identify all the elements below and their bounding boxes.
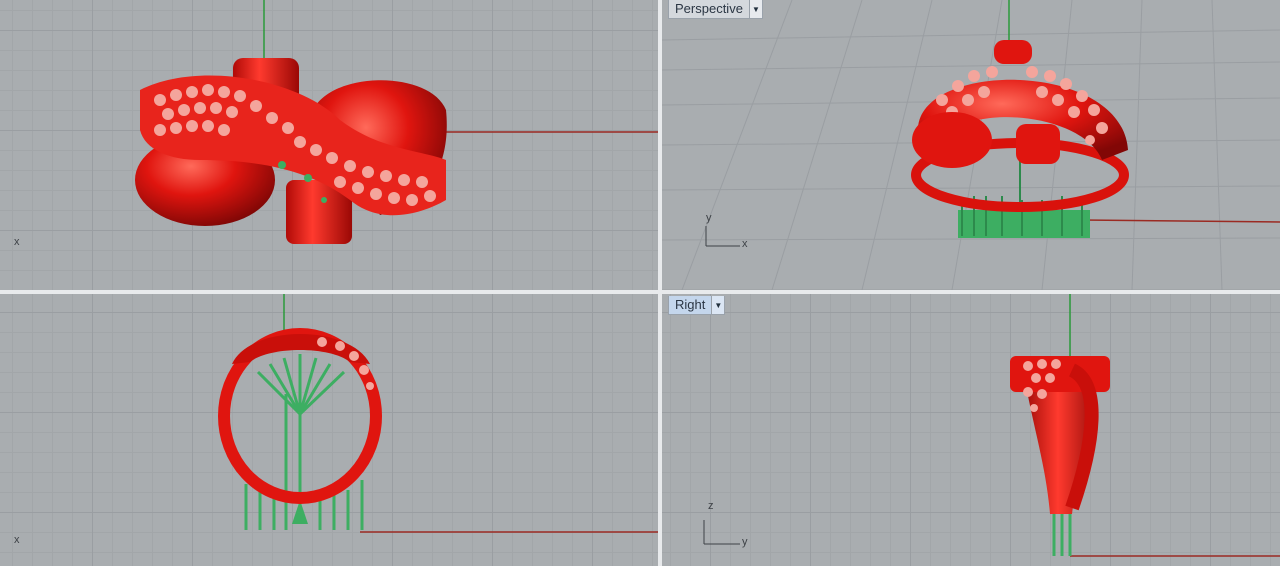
chevron-down-icon[interactable]: ▼ — [711, 296, 725, 314]
top-view-canvas — [135, 0, 658, 244]
axis-x-label: x — [14, 534, 20, 546]
axis-y-label: y — [742, 536, 748, 548]
perspective-view-canvas — [662, 0, 1280, 290]
axis-y-label: y — [706, 212, 712, 224]
world-x-axis — [1081, 219, 1280, 223]
axis-gizmo — [705, 226, 740, 247]
viewport-title-tab[interactable]: Right ▼ — [668, 296, 726, 315]
axis-x-label: x — [742, 238, 748, 250]
ring-top-cylinder — [994, 40, 1032, 64]
viewport-title: Right — [675, 297, 706, 312]
viewport-right[interactable]: Right ▼ z y — [662, 294, 1280, 566]
viewport-title: Perspective — [675, 1, 743, 16]
ring-inner-cylinder — [1016, 124, 1060, 164]
ring-lobe-front — [912, 112, 992, 168]
axis-gizmo — [703, 520, 740, 545]
viewport-title-tab[interactable]: Perspective ▼ — [668, 0, 763, 19]
viewport-perspective[interactable]: Perspective ▼ y x — [662, 0, 1280, 290]
viewport-top[interactable]: x — [0, 0, 658, 290]
viewport-divider-vertical[interactable] — [658, 0, 662, 566]
front-view-canvas — [218, 294, 658, 533]
support-pillars — [1052, 508, 1072, 556]
axis-z-label: z — [708, 500, 714, 512]
right-view-canvas — [703, 294, 1280, 557]
viewport-front[interactable]: x — [0, 294, 658, 566]
support-base — [958, 210, 1090, 238]
viewport-divider-horizontal[interactable] — [0, 290, 1280, 294]
chevron-down-icon[interactable]: ▼ — [748, 0, 762, 18]
axis-x-label: x — [14, 236, 20, 248]
support-pillars — [244, 394, 364, 530]
